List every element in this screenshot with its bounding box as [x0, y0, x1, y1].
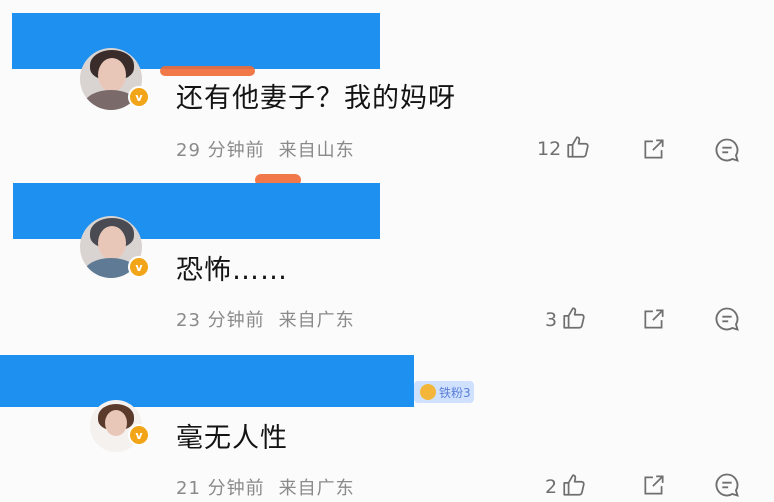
fan-badge-icon	[420, 384, 436, 400]
username-redaction	[13, 183, 380, 239]
comment-1: v 还有他妻子？我的妈呀 29 分钟前 来自山东 12	[0, 0, 774, 170]
comment-time: 23 分钟前	[176, 310, 265, 331]
like-count: 12	[537, 138, 562, 160]
fan-badge-label: 铁粉3	[439, 385, 471, 400]
like-count: 3	[545, 309, 558, 331]
reply-icon[interactable]	[713, 471, 741, 499]
thumbs-up-icon	[561, 305, 587, 335]
share-icon[interactable]	[641, 306, 667, 332]
share-icon[interactable]	[641, 136, 667, 162]
username-redaction	[12, 13, 380, 69]
comment-location: 来自广东	[278, 478, 355, 499]
comment-meta: 21 分钟前 来自广东	[176, 474, 355, 500]
verified-badge-icon: v	[128, 86, 150, 108]
comment-time: 21 分钟前	[176, 478, 265, 499]
comment-text: 还有他妻子？我的妈呀	[176, 83, 456, 114]
thumbs-up-icon	[565, 134, 591, 164]
comment-location: 来自广东	[278, 310, 355, 331]
verified-badge-icon: v	[128, 256, 150, 278]
comment-location: 来自山东	[278, 140, 355, 161]
reply-icon[interactable]	[713, 305, 741, 333]
like-button[interactable]: 12	[537, 134, 591, 164]
fan-badge: 铁粉3	[414, 381, 474, 403]
comment-text: 毫无人性	[176, 423, 288, 454]
share-icon[interactable]	[641, 472, 667, 498]
like-count: 2	[545, 476, 558, 498]
redaction-scribble	[160, 66, 255, 76]
verified-badge-icon: v	[128, 424, 150, 446]
comment-meta: 29 分钟前 来自山东	[176, 136, 355, 162]
username-redaction	[0, 355, 414, 407]
comment-time: 29 分钟前	[176, 140, 265, 161]
like-button[interactable]: 3	[545, 305, 587, 335]
reply-icon[interactable]	[713, 136, 741, 164]
comment-meta: 23 分钟前 来自广东	[176, 306, 355, 332]
comment-text: 恐怖……	[176, 255, 288, 286]
